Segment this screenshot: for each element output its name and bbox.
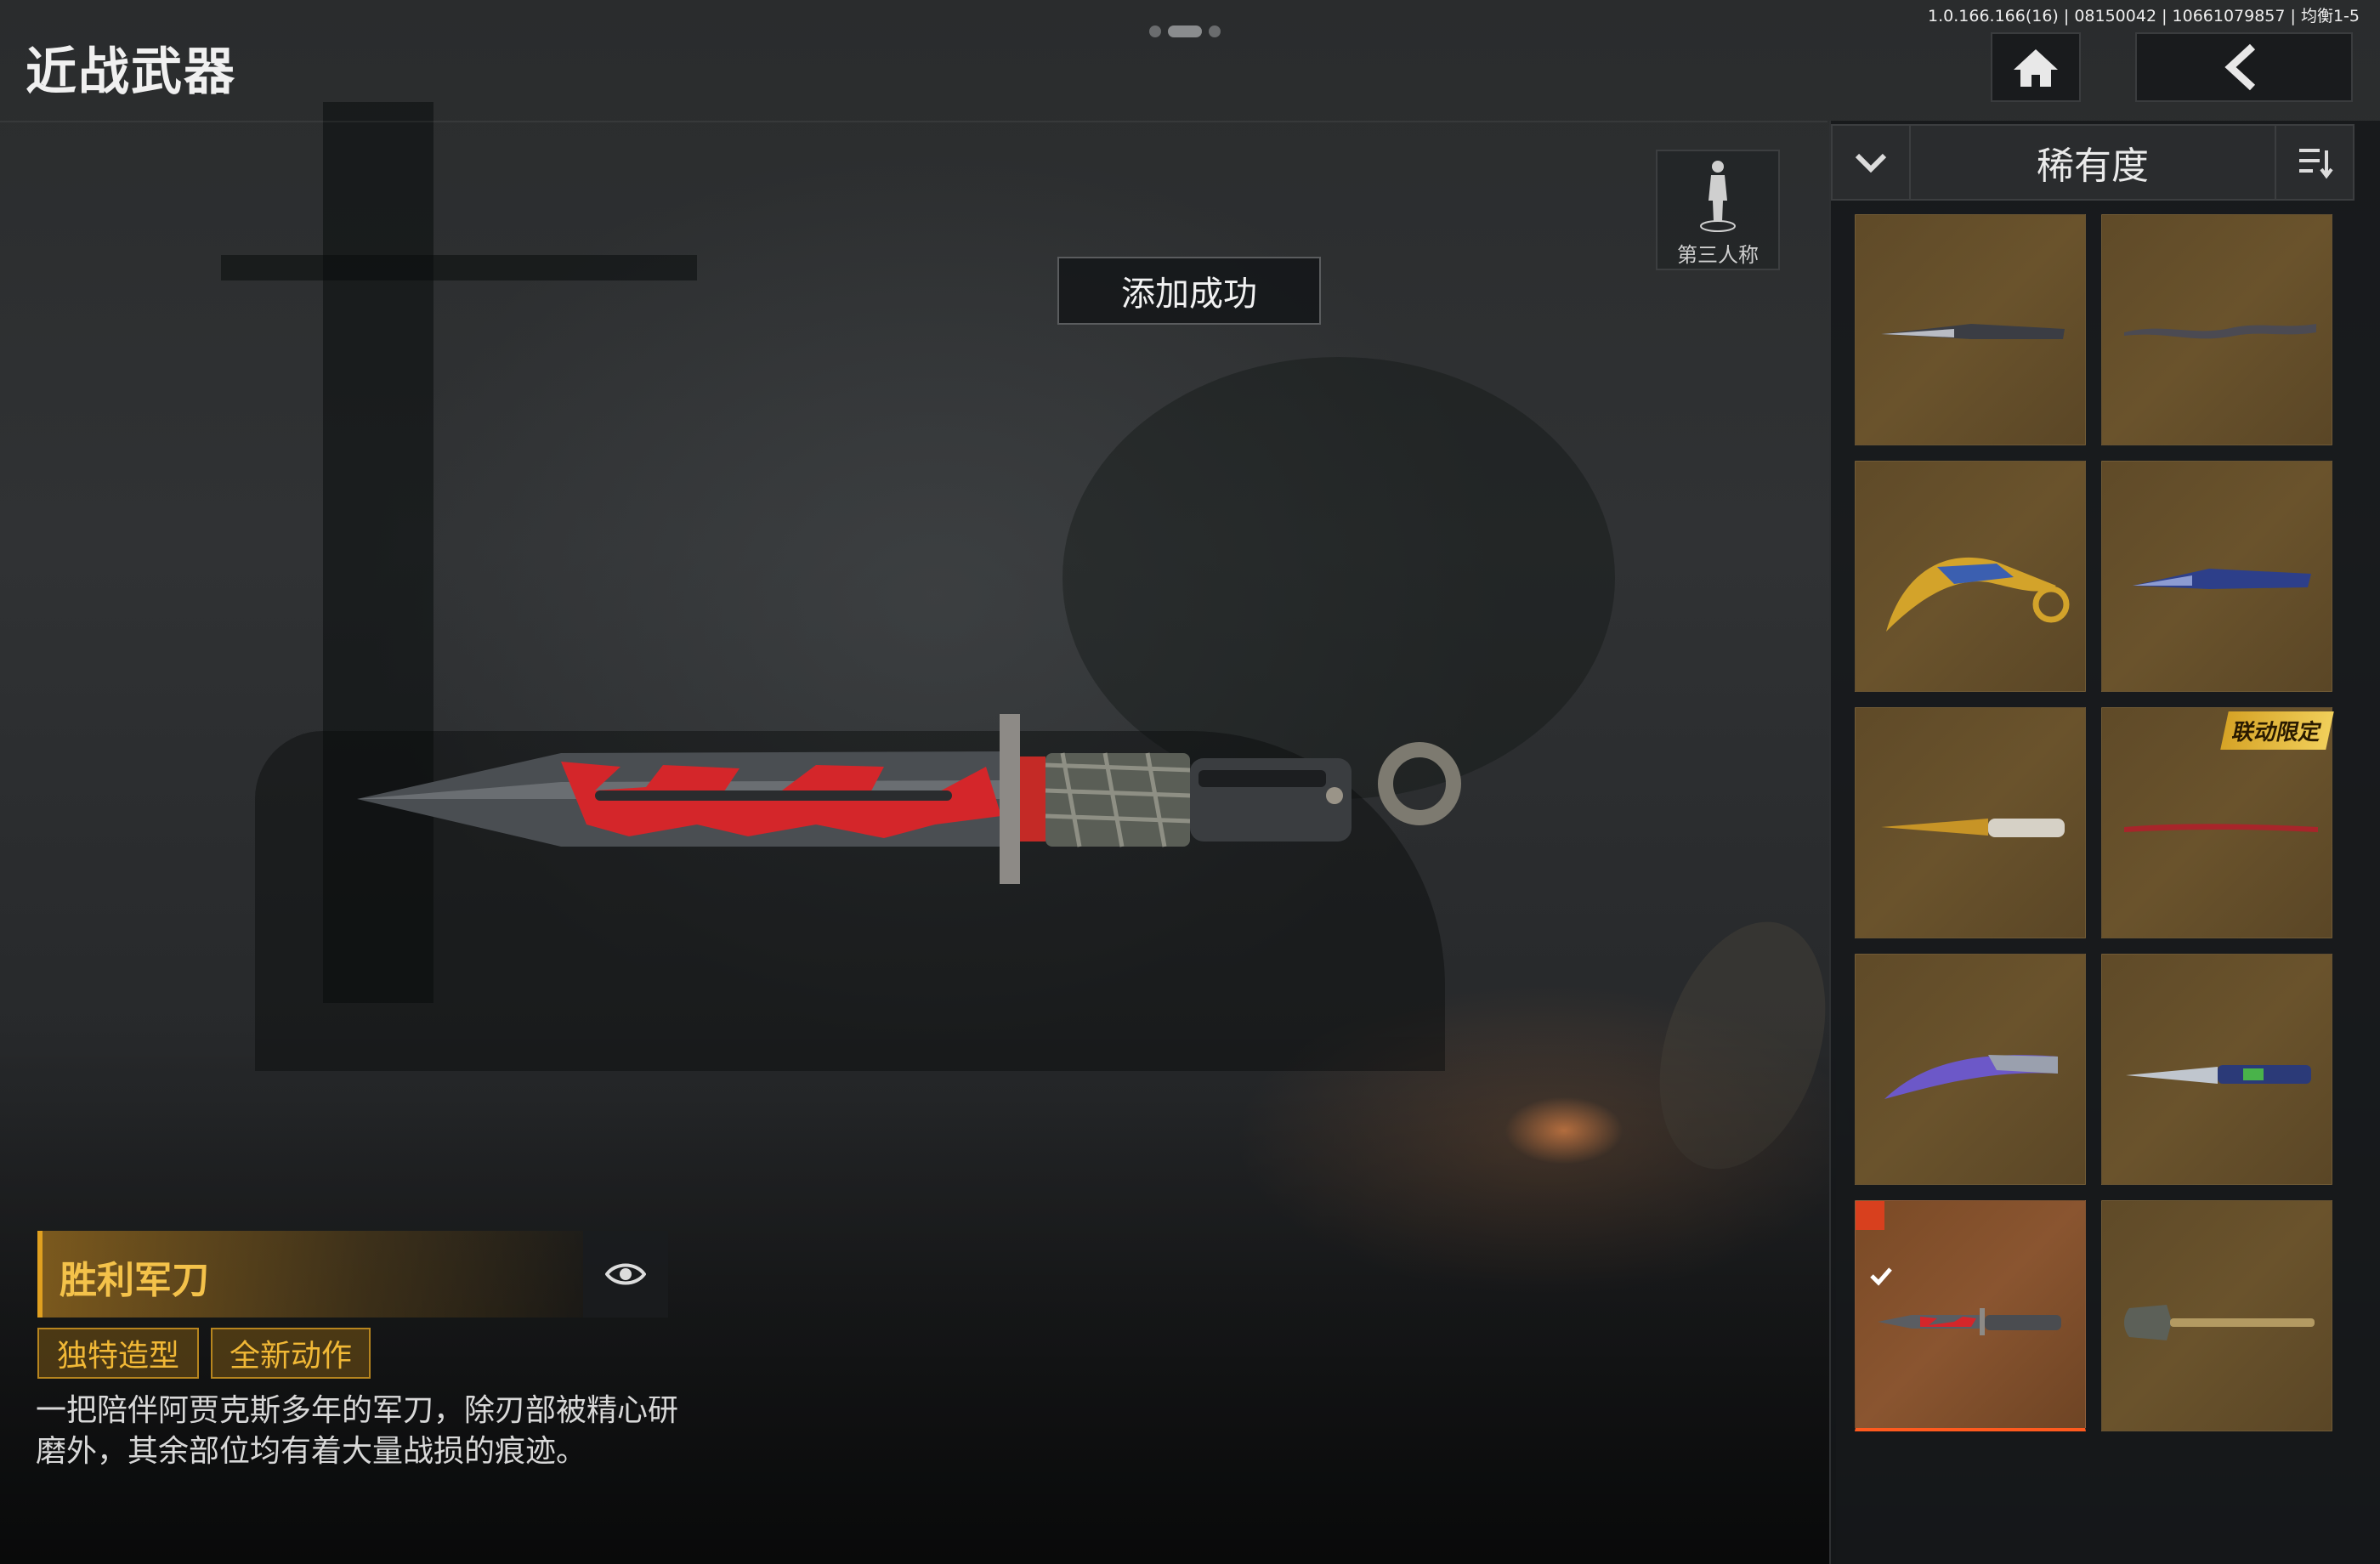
weapon-slot-1[interactable]	[1855, 214, 2086, 445]
back-button[interactable]	[2135, 32, 2353, 102]
checkmark-icon	[1856, 1201, 1892, 1286]
shovel-icon	[2124, 1305, 2315, 1340]
status-text: 1.0.166.166(16) | 08150042 | 10661079857…	[1928, 7, 2360, 26]
blue-knife-icon	[2133, 569, 2311, 589]
weapon-slot-2[interactable]	[2101, 214, 2332, 445]
weapon-slot-5[interactable]	[1855, 707, 2086, 938]
red-katana-icon	[2124, 824, 2318, 832]
green-tactical-knife-icon	[2126, 1065, 2311, 1084]
preview-button[interactable]	[583, 1231, 668, 1318]
person-icon	[1700, 161, 1736, 232]
weapon-slot-7[interactable]	[1855, 954, 2086, 1185]
karambit-icon	[1886, 557, 2070, 632]
collab-limited-badge: 联动限定	[2220, 711, 2334, 750]
weapon-slot-4[interactable]	[2101, 461, 2332, 692]
weapon-slot-9-selected[interactable]	[1855, 1200, 2086, 1431]
chevron-down-icon	[1855, 153, 1887, 173]
sort-dropdown-button[interactable]	[1833, 126, 1911, 199]
sort-label[interactable]: 稀有度	[1911, 126, 2275, 199]
back-arrow-icon	[2224, 43, 2256, 91]
weapon-grid: 联动限定	[1855, 214, 2334, 1431]
gold-knife-icon	[1881, 819, 2065, 837]
third-person-toggle[interactable]: 第三人称	[1656, 150, 1780, 270]
eye-icon	[605, 1263, 646, 1285]
header-divider	[0, 121, 1828, 122]
wavy-dagger-icon	[2124, 324, 2316, 339]
weapon-slot-10[interactable]	[2101, 1200, 2332, 1431]
home-button[interactable]	[1991, 32, 2081, 102]
serrated-knife-icon	[1881, 324, 2065, 339]
sort-order-button[interactable]	[2275, 126, 2353, 199]
sort-bar: 稀有度	[1831, 124, 2354, 201]
victory-knife-icon	[1878, 1308, 2061, 1335]
tag-new-animation: 全新动作	[211, 1328, 371, 1379]
weapon-description: 一把陪伴阿贾克斯多年的军刀，除刃部被精心研磨外，其余部位均有着大量战损的痕迹。	[36, 1393, 679, 1469]
knife-preview-image	[357, 714, 1461, 884]
sort-icon	[2299, 149, 2333, 179]
view-toggle-label: 第三人称	[1677, 243, 1759, 267]
tag-unique-model: 独特造型	[37, 1328, 199, 1379]
weapon-slot-3[interactable]	[1855, 461, 2086, 692]
weapon-slot-8[interactable]	[2101, 954, 2332, 1185]
weapon-name: 胜利军刀	[60, 1259, 209, 1302]
weapon-slot-6[interactable]: 联动限定	[2101, 707, 2334, 938]
toast-message: 添加成功	[1057, 257, 1321, 325]
weapon-name-bar: 胜利军刀	[37, 1231, 583, 1318]
purple-blade-icon	[1884, 1055, 2058, 1099]
home-icon	[2014, 49, 2058, 87]
page-title: 近战武器	[26, 42, 236, 102]
page-indicator	[1149, 26, 1221, 37]
